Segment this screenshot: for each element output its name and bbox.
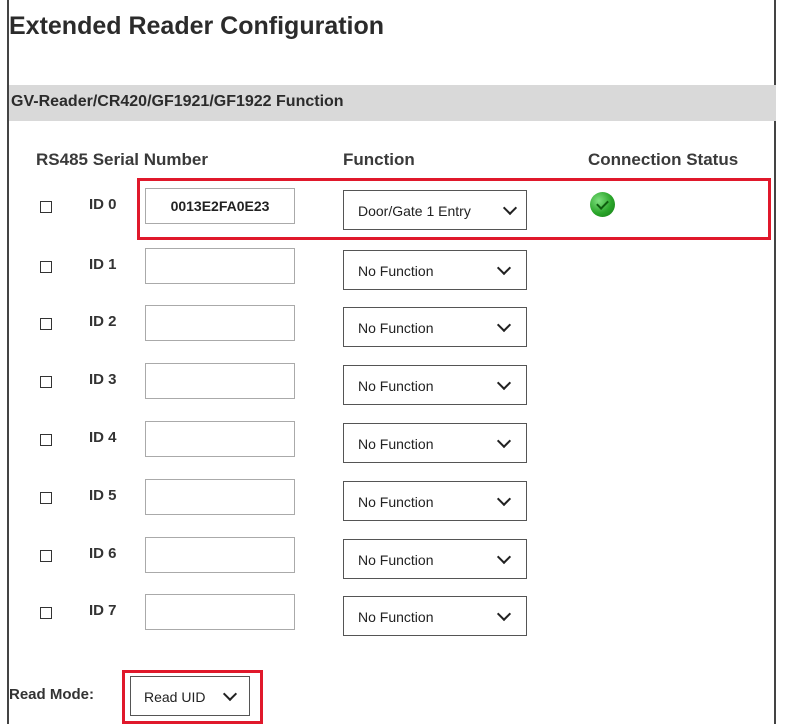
reader-row-id2: ID 2 No Function [0,305,785,349]
column-header-serial: RS485 Serial Number [36,150,208,169]
chevron-down-icon [496,606,512,622]
serial-number-input-id2[interactable] [145,305,295,341]
serial-number-input-id3[interactable] [145,363,295,399]
function-select-value: Door/Gate 1 Entry [358,203,471,219]
reader-id-label: ID 3 [89,371,117,388]
section-title: GV-Reader/CR420/GF1921/GF1922 Function [11,93,344,110]
function-select-id7[interactable]: No Function [343,596,527,636]
function-select-value: No Function [358,320,434,336]
read-mode-select[interactable]: Read UID [130,676,250,716]
chevron-down-icon [496,491,512,507]
read-mode-value: Read UID [144,689,206,705]
function-select-id3[interactable]: No Function [343,365,527,405]
reader-row-id7: ID 7 No Function [0,594,785,638]
chevron-down-icon [222,686,238,702]
reader-checkbox-id7[interactable] [40,607,52,619]
reader-checkbox-id2[interactable] [40,318,52,330]
serial-number-input-id5[interactable] [145,479,295,515]
reader-checkbox-id0[interactable] [40,201,52,213]
column-header-status: Connection Status [588,150,739,169]
reader-checkbox-id4[interactable] [40,434,52,446]
function-select-id0[interactable]: Door/Gate 1 Entry [343,190,527,230]
connection-status-ok-icon [590,192,615,217]
reader-row-id1: ID 1 No Function [0,248,785,292]
chevron-down-icon [502,200,518,216]
function-select-value: No Function [358,263,434,279]
reader-row-id4: ID 4 No Function [0,421,785,465]
reader-id-label: ID 5 [89,487,117,504]
function-select-value: No Function [358,552,434,568]
chevron-down-icon [496,375,512,391]
reader-checkbox-id3[interactable] [40,376,52,388]
chevron-down-icon [496,433,512,449]
function-select-value: No Function [358,436,434,452]
serial-number-input-id1[interactable] [145,248,295,284]
serial-number-input-id6[interactable] [145,537,295,573]
reader-id-label: ID 7 [89,602,117,619]
column-header-function: Function [343,150,415,169]
serial-number-input-id0[interactable] [145,188,295,224]
reader-row-id0: ID 0 Door/Gate 1 Entry [0,188,785,232]
function-select-id6[interactable]: No Function [343,539,527,579]
reader-checkbox-id5[interactable] [40,492,52,504]
reader-id-label: ID 2 [89,313,117,330]
check-icon [596,197,609,210]
reader-row-id3: ID 3 No Function [0,363,785,407]
reader-row-id6: ID 6 No Function [0,537,785,581]
reader-id-label: ID 0 [89,196,117,213]
page-title: Extended Reader Configuration [9,12,385,40]
function-select-value: No Function [358,494,434,510]
serial-number-input-id7[interactable] [145,594,295,630]
reader-id-label: ID 4 [89,429,117,446]
reader-id-label: ID 1 [89,256,117,273]
function-select-id5[interactable]: No Function [343,481,527,521]
function-select-value: No Function [358,378,434,394]
reader-checkbox-id1[interactable] [40,261,52,273]
chevron-down-icon [496,260,512,276]
function-select-id1[interactable]: No Function [343,250,527,290]
function-select-id2[interactable]: No Function [343,307,527,347]
chevron-down-icon [496,317,512,333]
read-mode-label: Read Mode: [9,686,95,703]
serial-number-input-id4[interactable] [145,421,295,457]
function-select-value: No Function [358,609,434,625]
reader-checkbox-id6[interactable] [40,550,52,562]
chevron-down-icon [496,549,512,565]
reader-id-label: ID 6 [89,545,117,562]
function-select-id4[interactable]: No Function [343,423,527,463]
reader-row-id5: ID 5 No Function [0,479,785,523]
